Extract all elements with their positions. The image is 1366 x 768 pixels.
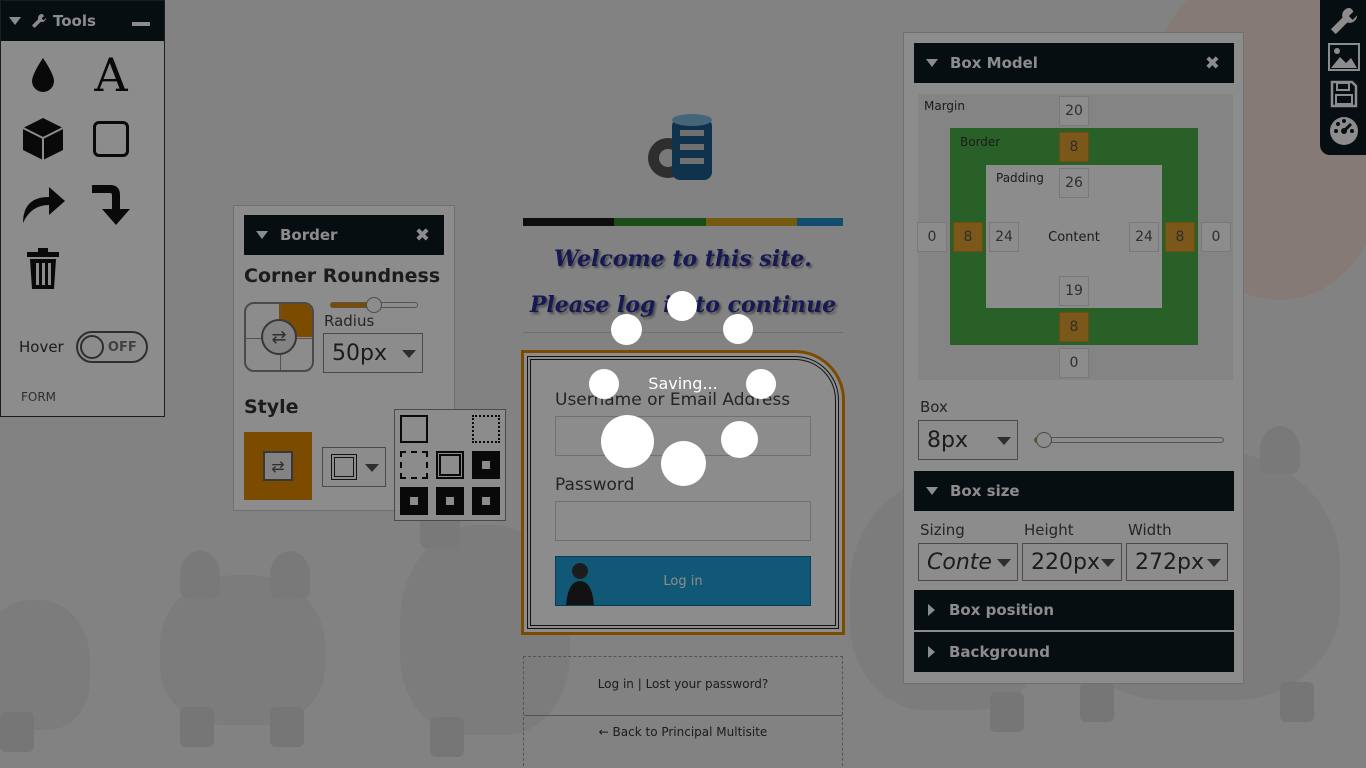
spinner-dot [721, 421, 758, 458]
spinner-dot [601, 415, 654, 468]
spinner-dot [661, 441, 706, 486]
spinner-dot [723, 314, 753, 344]
spinner-dot [667, 291, 697, 321]
spinner-dot [589, 369, 619, 399]
spinner-dot [611, 314, 642, 345]
spinner-dot [746, 369, 776, 399]
saving-text: Saving... [648, 374, 718, 393]
